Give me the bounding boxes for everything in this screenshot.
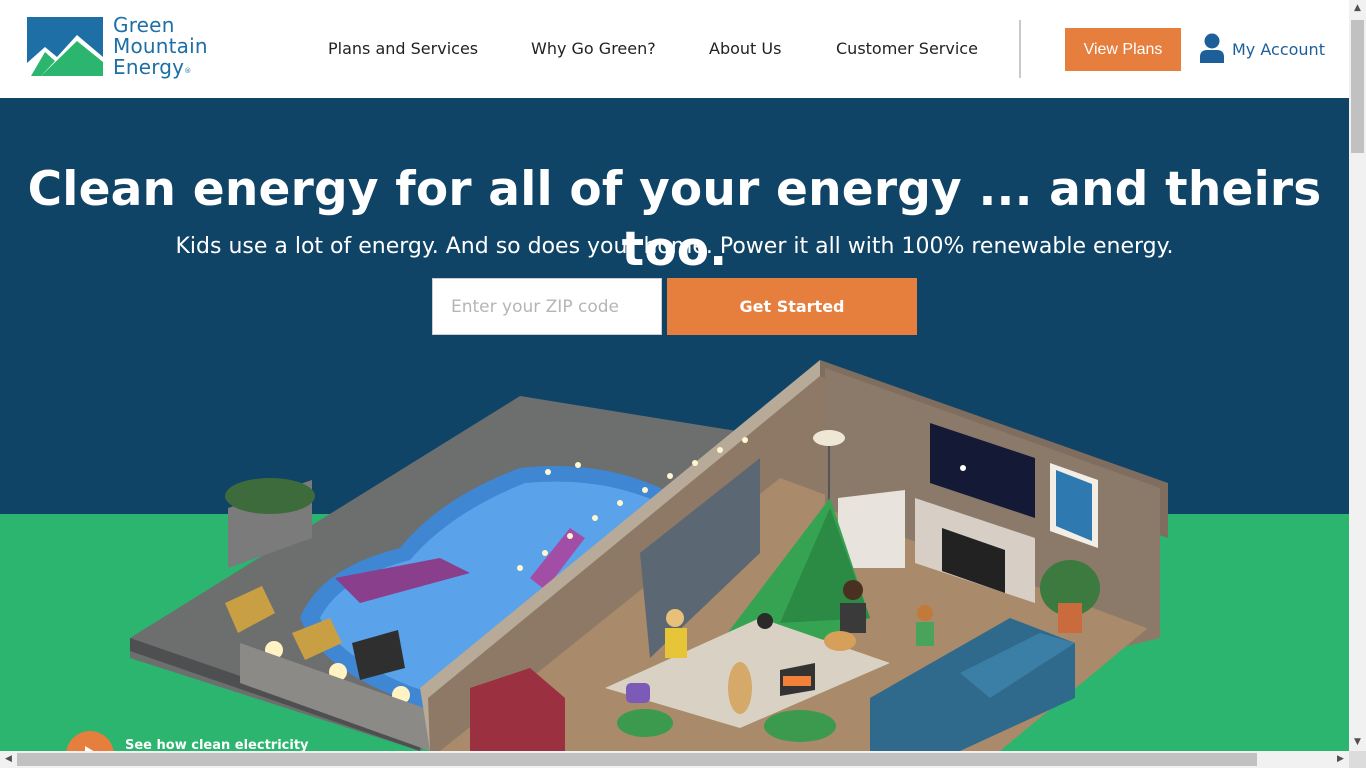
nav-why-go-green[interactable]: Why Go Green? bbox=[531, 38, 656, 60]
get-started-button[interactable]: Get Started bbox=[667, 278, 917, 335]
nav-divider bbox=[1019, 20, 1021, 78]
brand-logo[interactable]: Green Mountain Energy® bbox=[27, 15, 227, 79]
my-account-label: My Account bbox=[1232, 40, 1325, 59]
zip-code-input[interactable] bbox=[432, 278, 662, 335]
mountain-logo-icon bbox=[27, 17, 103, 76]
registered-mark: ® bbox=[184, 67, 192, 75]
horizontal-scrollbar[interactable]: ◀ ▶ bbox=[0, 751, 1349, 768]
hero-subtitle: Kids use a lot of energy. And so does yo… bbox=[175, 234, 1174, 259]
nav-about-us[interactable]: About Us bbox=[709, 38, 781, 60]
scrollbar-corner bbox=[1349, 751, 1366, 768]
scroll-left-icon[interactable]: ◀ bbox=[0, 751, 17, 768]
hero-section: Clean energy for all of your energy ... … bbox=[0, 98, 1349, 751]
view-plans-button[interactable]: View Plans bbox=[1065, 28, 1181, 71]
brand-wordmark: Green Mountain Energy® bbox=[113, 15, 233, 78]
brand-line-3: Energy bbox=[113, 55, 185, 79]
brand-line-2: Mountain bbox=[113, 34, 208, 58]
play-icon bbox=[66, 731, 114, 751]
vertical-scrollbar[interactable]: ▲ ▼ bbox=[1349, 0, 1366, 751]
scroll-down-icon[interactable]: ▼ bbox=[1349, 734, 1366, 751]
user-icon bbox=[1200, 33, 1224, 63]
nav-plans-and-services[interactable]: Plans and Services bbox=[328, 38, 478, 60]
site-header: Green Mountain Energy® Plans and Service… bbox=[0, 0, 1349, 98]
scroll-right-icon[interactable]: ▶ bbox=[1332, 751, 1349, 768]
nav-customer-service[interactable]: Customer Service bbox=[836, 38, 978, 60]
video-cta-label: See how clean electricity bbox=[125, 738, 309, 751]
scroll-up-icon[interactable]: ▲ bbox=[1349, 0, 1366, 17]
horizontal-scroll-thumb[interactable] bbox=[17, 753, 1257, 766]
vertical-scroll-thumb[interactable] bbox=[1351, 20, 1364, 153]
brand-line-1: Green bbox=[113, 13, 175, 37]
